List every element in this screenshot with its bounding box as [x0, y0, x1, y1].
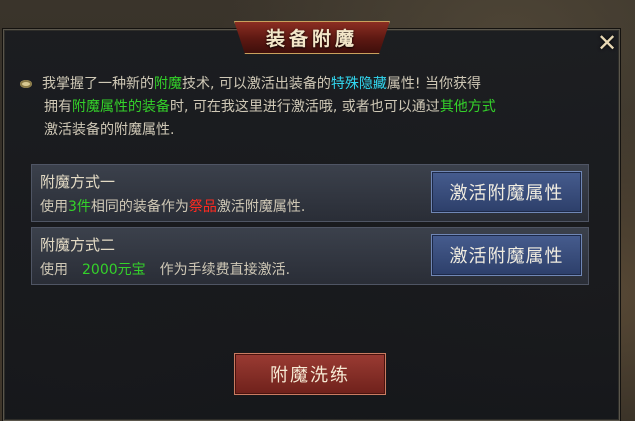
intro-line-1: 我掌握了一种新的附魔技术, 可以激活出装备的特殊隐藏属性! 当你获得 [20, 73, 580, 96]
npc-intro-text: 我掌握了一种新的附魔技术, 可以激活出装备的特殊隐藏属性! 当你获得 拥有附魔属… [20, 73, 580, 142]
panel-title: 装备附魔 [265, 28, 358, 50]
method-desc-text: 作为手续费直接激活. [159, 262, 291, 278]
panel-title-plate: 装备附魔 [234, 21, 390, 54]
intro-highlight-hidden: 特殊隐藏 [330, 76, 387, 92]
intro-text: 激活装备的附魔属性. [44, 122, 175, 138]
method-description: 使用 2000元宝 作为手续费直接激活. [40, 259, 290, 279]
intro-text: 我掌握了一种新的 [42, 76, 154, 92]
intro-highlight-equipment: 附魔属性的装备 [72, 99, 170, 115]
method-desc-highlight-count: 3件 [68, 199, 91, 215]
method-desc-text: 使用 [40, 262, 68, 278]
method-desc-highlight-sacrifice: 祭品 [188, 199, 217, 215]
activate-enchant-button-2[interactable]: 激活附魔属性 [431, 234, 582, 276]
method-desc-text: 使用 [40, 199, 68, 215]
method-desc-text: 激活附魔属性. [216, 199, 306, 215]
method-title: 附魔方式一 [40, 173, 116, 191]
activate-enchant-button-1[interactable]: 激活附魔属性 [431, 171, 582, 213]
intro-text: 属性! 当你获得 [386, 76, 481, 92]
method-desc-text: 相同的装备作为 [90, 199, 189, 215]
intro-highlight-enchant: 附魔 [154, 76, 182, 92]
method-title: 附魔方式二 [40, 236, 116, 254]
intro-text: 时, 可在我这里进行激活哦, 或者也可以通过 [170, 99, 440, 115]
method-row-1: 附魔方式一 使用3件相同的装备作为祭品激活附魔属性. 激活附魔属性 [31, 164, 589, 222]
npc-speech-icon [20, 80, 32, 88]
intro-text: 拥有 [44, 99, 72, 115]
method-desc-highlight-cost: 2000元宝 [82, 262, 146, 278]
method-row-2: 附魔方式二 使用 2000元宝 作为手续费直接激活. 激活附魔属性 [31, 227, 589, 285]
intro-line-2: 拥有附魔属性的装备时, 可在我这里进行激活哦, 或者也可以通过其他方式 [20, 96, 580, 119]
intro-text: 技术, 可以激活出装备的 [182, 76, 331, 92]
intro-line-3: 激活装备的附魔属性. [20, 119, 580, 142]
method-description: 使用3件相同的装备作为祭品激活附魔属性. [40, 196, 305, 216]
intro-link-other-methods[interactable]: 其他方式 [440, 99, 496, 115]
close-icon[interactable]: ✕ [594, 30, 620, 56]
enchant-refine-button[interactable]: 附魔洗练 [234, 353, 386, 395]
